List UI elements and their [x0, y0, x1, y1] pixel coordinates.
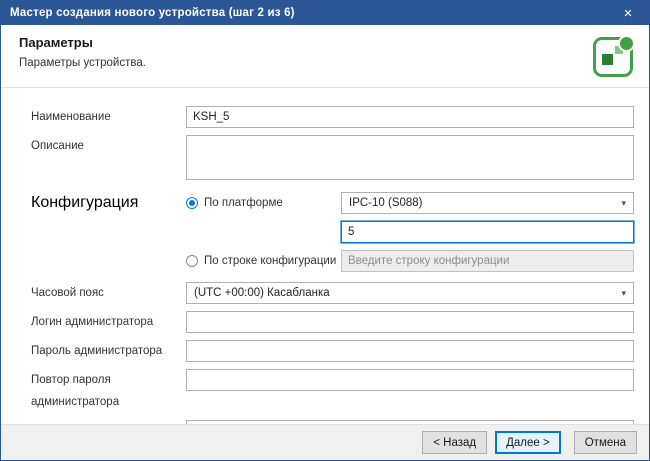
by-string-label: По строке конфигурации: [204, 255, 336, 267]
admin-password-input[interactable]: [186, 340, 634, 362]
page-subtitle: Параметры устройства.: [19, 57, 146, 69]
wizard-header: Параметры Параметры устройства.: [1, 25, 649, 88]
cancel-button[interactable]: Отмена: [574, 431, 637, 454]
page-title: Параметры: [19, 35, 146, 50]
platform-extra-row: [31, 221, 634, 243]
admin-login-input[interactable]: [186, 311, 634, 333]
header-text: Параметры Параметры устройства.: [19, 35, 146, 69]
platform-select[interactable]: IPC-10 (S088) ▾: [341, 192, 634, 214]
admin-password-label: Пароль администратора: [31, 340, 186, 362]
titlebar: Мастер создания нового устройства (шаг 2…: [1, 1, 649, 25]
radio-selected-icon: [186, 197, 198, 209]
admin-password-repeat-input[interactable]: [186, 369, 634, 391]
admin-password-row: Пароль администратора: [31, 340, 634, 362]
wizard-footer: < Назад Далее > Отмена: [1, 424, 649, 460]
by-platform-label: По платформе: [204, 197, 283, 209]
admin-password-repeat-row: Повтор пароля администратора: [31, 369, 634, 413]
platform-selected-value: IPC-10 (S088): [349, 197, 423, 209]
admin-login-label: Логин администратора: [31, 311, 186, 333]
back-button[interactable]: < Назад: [422, 431, 487, 454]
by-string-radio[interactable]: По строке конфигурации: [186, 255, 341, 267]
timezone-row: Часовой пояс (UTC +00:00) Касабланка ▾: [31, 282, 634, 304]
description-row: Описание: [31, 135, 634, 185]
chevron-down-icon: ▾: [615, 289, 626, 298]
next-button[interactable]: Далее >: [495, 431, 561, 454]
platform-extra-input[interactable]: [341, 221, 634, 243]
description-input[interactable]: [186, 135, 634, 180]
timezone-selected-value: (UTC +00:00) Касабланка: [194, 287, 330, 299]
close-button[interactable]: ✕: [607, 1, 649, 25]
by-string-row: По строке конфигурации: [31, 250, 634, 272]
timezone-label: Часовой пояс: [31, 282, 186, 304]
device-icon-square-dark: [602, 54, 613, 65]
admin-password-repeat-label: Повтор пароля администратора: [31, 369, 186, 413]
close-icon: ✕: [623, 7, 632, 20]
device-icon-badge: [618, 35, 635, 52]
admin-login-row: Логин администратора: [31, 311, 634, 333]
parameters-form: Наименование Описание Конфигурация По пл…: [1, 88, 649, 424]
device-icon: [591, 35, 635, 79]
name-row: Наименование: [31, 106, 634, 128]
config-string-input[interactable]: [341, 250, 634, 272]
name-input[interactable]: [186, 106, 634, 128]
radio-unselected-icon: [186, 255, 198, 267]
configuration-label: Конфигурация: [31, 194, 186, 212]
chevron-down-icon: ▾: [615, 199, 626, 208]
configuration-row: Конфигурация По платформе IPC-10 (S088) …: [31, 192, 634, 214]
window-title: Мастер создания нового устройства (шаг 2…: [10, 7, 295, 19]
description-label: Описание: [31, 135, 186, 185]
timezone-select[interactable]: (UTC +00:00) Касабланка ▾: [186, 282, 634, 304]
wizard-window: Мастер создания нового устройства (шаг 2…: [0, 0, 650, 461]
name-label: Наименование: [31, 106, 186, 128]
by-platform-radio[interactable]: По платформе: [186, 197, 341, 209]
